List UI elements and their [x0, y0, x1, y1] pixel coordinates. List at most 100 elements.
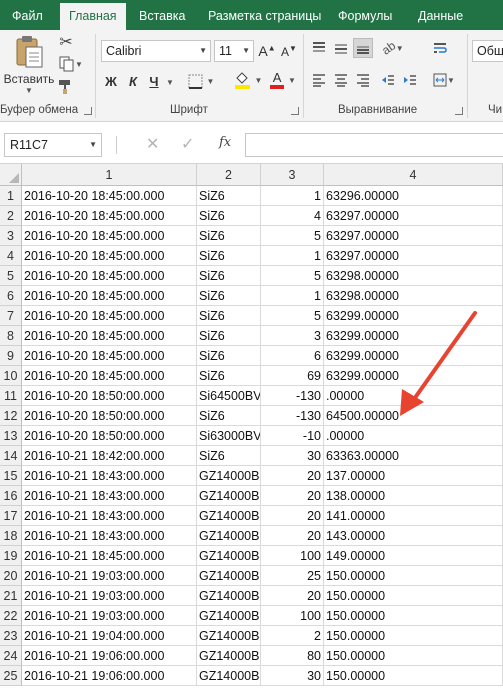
cell[interactable]: GZ14000BI: [197, 606, 261, 626]
cell[interactable]: 2016-10-20 18:50:00.000: [22, 406, 197, 426]
cell[interactable]: 2016-10-20 18:45:00.000: [22, 326, 197, 346]
cell[interactable]: SiZ6: [197, 366, 261, 386]
cell[interactable]: 100: [261, 546, 324, 566]
cell[interactable]: GZ14000BI: [197, 526, 261, 546]
paste-button[interactable]: Вставить ▼: [4, 34, 54, 96]
cell[interactable]: GZ14000BI: [197, 626, 261, 646]
wrap-text-button[interactable]: [431, 38, 449, 58]
decrease-indent-button[interactable]: [378, 70, 398, 90]
orientation-button[interactable]: ab ▼: [380, 38, 405, 58]
increase-font-size-button[interactable]: A▲: [258, 40, 276, 62]
fill-color-button[interactable]: ▼: [230, 68, 266, 92]
cell[interactable]: 2016-10-21 18:43:00.000: [22, 526, 197, 546]
cell[interactable]: 150.00000: [324, 646, 503, 666]
cell[interactable]: 2016-10-21 19:06:00.000: [22, 666, 197, 686]
cell[interactable]: 30: [261, 446, 324, 466]
cell[interactable]: -10: [261, 426, 324, 446]
bold-button[interactable]: Ж: [102, 70, 120, 92]
clipboard-launcher-icon[interactable]: [84, 107, 92, 115]
row-header[interactable]: 13: [0, 426, 22, 446]
tab-page-layout[interactable]: Разметка страницы: [208, 0, 321, 30]
cell[interactable]: 138.00000: [324, 486, 503, 506]
cell[interactable]: 2016-10-20 18:45:00.000: [22, 266, 197, 286]
cell[interactable]: 2016-10-20 18:45:00.000: [22, 246, 197, 266]
cell[interactable]: 63299.00000: [324, 346, 503, 366]
cell[interactable]: 100: [261, 606, 324, 626]
cell[interactable]: 2016-10-20 18:50:00.000: [22, 426, 197, 446]
cell[interactable]: 149.00000: [324, 546, 503, 566]
enter-icon[interactable]: ✓: [181, 134, 194, 154]
row-header[interactable]: 7: [0, 306, 22, 326]
cell[interactable]: Si63000BV: [197, 426, 261, 446]
cell[interactable]: 150.00000: [324, 586, 503, 606]
number-format-field[interactable]: Общ: [472, 40, 503, 62]
row-header[interactable]: 16: [0, 486, 22, 506]
decrease-font-size-button[interactable]: A▼: [280, 40, 298, 62]
row-header[interactable]: 25: [0, 666, 22, 686]
align-top-button[interactable]: [309, 38, 329, 58]
row-header[interactable]: 11: [0, 386, 22, 406]
row-header[interactable]: 19: [0, 546, 22, 566]
cell[interactable]: GZ14000BI: [197, 566, 261, 586]
row-header[interactable]: 9: [0, 346, 22, 366]
cell[interactable]: 2016-10-21 18:42:00.000: [22, 446, 197, 466]
cell[interactable]: 5: [261, 266, 324, 286]
cell[interactable]: 5: [261, 306, 324, 326]
cell[interactable]: 2016-10-21 18:43:00.000: [22, 466, 197, 486]
cell[interactable]: GZ14000BI: [197, 546, 261, 566]
row-header[interactable]: 4: [0, 246, 22, 266]
cell[interactable]: 2016-10-21 19:06:00.000: [22, 646, 197, 666]
cell[interactable]: 20: [261, 526, 324, 546]
cell[interactable]: 5: [261, 226, 324, 246]
cancel-icon[interactable]: ✕: [146, 134, 159, 154]
row-header[interactable]: 8: [0, 326, 22, 346]
cell[interactable]: 20: [261, 586, 324, 606]
cell[interactable]: 1: [261, 246, 324, 266]
cell[interactable]: 2016-10-20 18:45:00.000: [22, 286, 197, 306]
column-header-4[interactable]: 4: [324, 164, 503, 186]
row-header[interactable]: 6: [0, 286, 22, 306]
cell[interactable]: SiZ6: [197, 406, 261, 426]
cell[interactable]: 2016-10-20 18:45:00.000: [22, 206, 197, 226]
cell[interactable]: SiZ6: [197, 206, 261, 226]
font-color-button[interactable]: A ▼: [268, 68, 298, 92]
cell[interactable]: 63297.00000: [324, 226, 503, 246]
cell[interactable]: SiZ6: [197, 346, 261, 366]
row-header[interactable]: 23: [0, 626, 22, 646]
align-left-button[interactable]: [309, 70, 329, 90]
row-header[interactable]: 21: [0, 586, 22, 606]
cell[interactable]: SiZ6: [197, 326, 261, 346]
cell[interactable]: 2016-10-20 18:50:00.000: [22, 386, 197, 406]
insert-function-icon[interactable]: fx: [219, 135, 231, 150]
cell[interactable]: -130: [261, 386, 324, 406]
cell[interactable]: 1: [261, 186, 324, 206]
cell[interactable]: GZ14000BI: [197, 506, 261, 526]
row-header[interactable]: 1: [0, 186, 22, 206]
cell[interactable]: 2016-10-21 19:03:00.000: [22, 566, 197, 586]
cell[interactable]: 2016-10-20 18:45:00.000: [22, 226, 197, 246]
row-header[interactable]: 18: [0, 526, 22, 546]
format-painter-button[interactable]: [56, 77, 76, 97]
cell[interactable]: 2016-10-21 18:43:00.000: [22, 506, 197, 526]
row-header[interactable]: 17: [0, 506, 22, 526]
align-bottom-button[interactable]: [353, 38, 373, 58]
cell[interactable]: 20: [261, 466, 324, 486]
cell[interactable]: 2016-10-20 18:45:00.000: [22, 186, 197, 206]
cell[interactable]: .00000: [324, 386, 503, 406]
cell[interactable]: 63296.00000: [324, 186, 503, 206]
alignment-launcher-icon[interactable]: [455, 107, 463, 115]
cell[interactable]: 150.00000: [324, 606, 503, 626]
row-header[interactable]: 22: [0, 606, 22, 626]
cell[interactable]: 63299.00000: [324, 326, 503, 346]
cell[interactable]: 4: [261, 206, 324, 226]
row-header[interactable]: 2: [0, 206, 22, 226]
cell[interactable]: GZ14000BI: [197, 586, 261, 606]
tab-file[interactable]: Файл: [12, 0, 43, 30]
cell[interactable]: 80: [261, 646, 324, 666]
cell[interactable]: SiZ6: [197, 286, 261, 306]
tab-data[interactable]: Данные: [418, 0, 463, 30]
column-header-2[interactable]: 2: [197, 164, 261, 186]
cell[interactable]: 150.00000: [324, 626, 503, 646]
row-header[interactable]: 14: [0, 446, 22, 466]
cell[interactable]: 63299.00000: [324, 366, 503, 386]
